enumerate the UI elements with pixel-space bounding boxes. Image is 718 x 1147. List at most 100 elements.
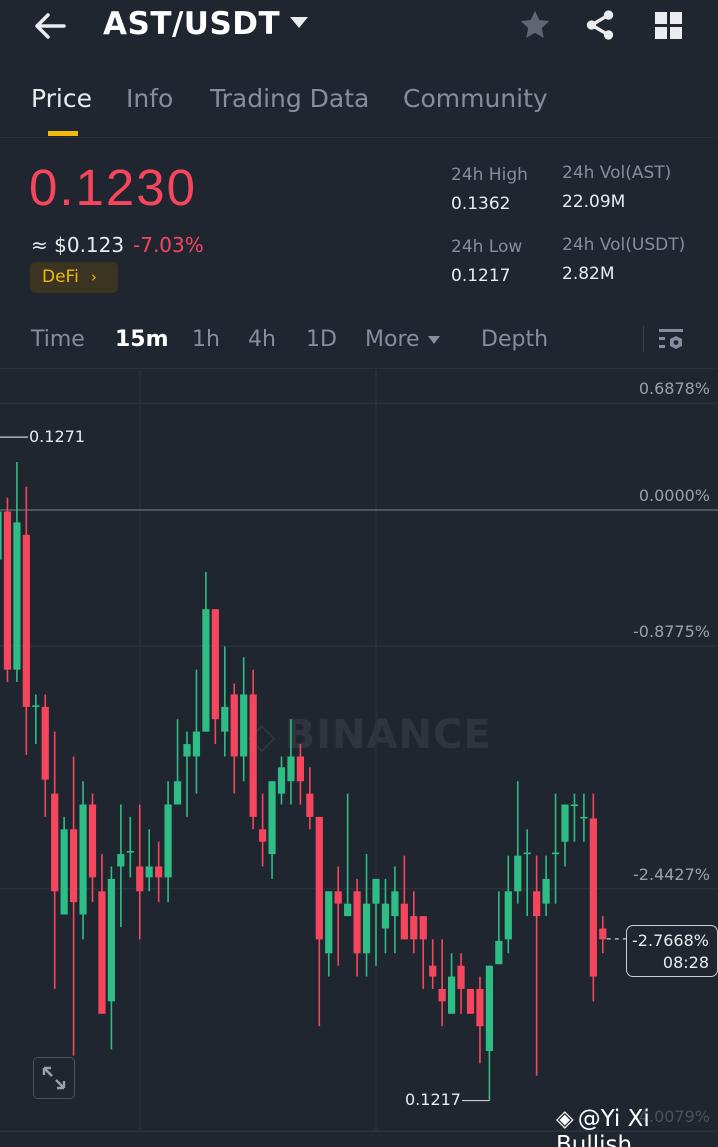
candle-body-up xyxy=(164,804,172,878)
candle-body-up xyxy=(183,744,191,757)
active-tab-indicator xyxy=(48,131,78,136)
current-price-tag: -2.7668% 08:28 xyxy=(626,925,718,977)
candle-body-up xyxy=(60,829,68,915)
vol-quote-label: 24h Vol(USDT) xyxy=(562,235,686,255)
tabs-divider xyxy=(0,137,718,138)
pair-dropdown-caret-icon[interactable] xyxy=(290,17,308,28)
candle-body-up xyxy=(551,852,560,855)
favorite-star-icon[interactable] xyxy=(518,8,552,46)
candle-body-down xyxy=(70,829,78,903)
low-label: 24h Low xyxy=(451,237,523,257)
candle-body-up xyxy=(32,705,40,707)
candle-body-up xyxy=(580,816,588,819)
candle-body-up xyxy=(287,756,295,782)
candle-body-down xyxy=(533,891,541,917)
more-caret-icon xyxy=(428,336,440,344)
back-button[interactable] xyxy=(30,8,70,44)
max-price-marker: 0.1271 xyxy=(29,427,85,446)
candle-body-down xyxy=(230,694,238,757)
grid-menu-icon[interactable] xyxy=(655,12,683,44)
candle-body-up xyxy=(514,855,522,892)
candle-body-up xyxy=(485,965,493,1051)
y-axis-tick-label: -0.8775% xyxy=(633,622,710,641)
candle-body-down xyxy=(353,891,361,954)
chart-settings-icon[interactable] xyxy=(659,328,685,356)
candle-body-up xyxy=(0,511,2,560)
candle-body-down xyxy=(259,829,267,842)
interval-more[interactable]: More xyxy=(365,327,420,352)
tab-trading-data[interactable]: Trading Data xyxy=(210,84,369,113)
candle-body-up xyxy=(561,804,569,842)
candle-body-down xyxy=(296,756,304,782)
candle-body-down xyxy=(419,916,427,940)
chart-top-divider xyxy=(0,368,718,369)
candle-body-down xyxy=(334,891,342,904)
candle-body-down xyxy=(410,916,418,940)
high-value: 0.1362 xyxy=(451,194,511,214)
current-percent: -2.7668% xyxy=(632,931,709,950)
tab-info[interactable]: Info xyxy=(126,84,173,113)
share-icon[interactable] xyxy=(583,8,617,46)
candle-body-down xyxy=(3,511,12,670)
candle-body-up xyxy=(381,903,390,929)
interval-15m[interactable]: 15m xyxy=(115,327,169,352)
candle-body-up xyxy=(117,854,125,867)
candle-body-down xyxy=(315,816,323,940)
interval-1h[interactable]: 1h xyxy=(192,327,220,352)
candle-body-down xyxy=(476,988,484,1027)
candle-body-up xyxy=(126,851,134,853)
candle-body-up xyxy=(523,852,531,855)
candle-body-down xyxy=(22,534,30,707)
usd-price: ≈ $0.123 xyxy=(31,233,125,257)
tab-price[interactable]: Price xyxy=(31,84,92,113)
candle-body-up xyxy=(79,804,87,915)
interval-time[interactable]: Time xyxy=(31,327,85,352)
pair-title[interactable]: AST/USDT xyxy=(103,6,280,42)
vol-base-label: 24h Vol(AST) xyxy=(562,163,672,183)
interval-4h[interactable]: 4h xyxy=(248,327,276,352)
candle-body-down xyxy=(429,965,437,977)
chevron-right-icon: › xyxy=(90,268,97,286)
arrow-left-icon xyxy=(35,13,66,39)
candle-body-down xyxy=(400,903,408,940)
candle-body-down xyxy=(599,928,607,940)
last-price: 0.1230 xyxy=(29,159,197,216)
candle-body-up xyxy=(362,903,371,954)
price-change-percent: -7.03% xyxy=(133,233,204,257)
candle-body-up xyxy=(145,866,153,878)
candle-body-up xyxy=(448,976,456,1014)
candle-body-up xyxy=(13,522,21,670)
candle-body-up xyxy=(391,891,399,917)
author-handle: ◈ @Yi Xi Bullish xyxy=(556,1106,650,1147)
candle-body-up xyxy=(495,940,503,965)
candle-body-down xyxy=(438,988,446,1002)
depth-tab[interactable]: Depth xyxy=(481,327,548,352)
expand-icon xyxy=(42,1066,66,1090)
candle-body-up xyxy=(107,878,115,1002)
y-axis-tick-label: 0.0000% xyxy=(638,486,710,505)
candle-body-up xyxy=(268,781,276,855)
candle-body-up xyxy=(240,694,248,757)
interval-1d[interactable]: 1D xyxy=(306,327,337,352)
min-price-marker: 0.1217 xyxy=(405,1090,461,1109)
candle-body-down xyxy=(466,988,475,1014)
fullscreen-button[interactable] xyxy=(33,1057,75,1099)
y-axis-tick-label: -2.4427% xyxy=(633,864,710,884)
candle-body-up xyxy=(192,731,201,757)
tab-community[interactable]: Community xyxy=(403,84,548,113)
category-tag-label: DeFi xyxy=(42,267,79,287)
low-value: 0.1217 xyxy=(451,266,511,286)
candle-body-down xyxy=(155,866,163,878)
candlestick-chart[interactable] xyxy=(0,370,718,1131)
candle-countdown: 08:28 xyxy=(662,953,709,972)
candle-body-up xyxy=(344,903,352,917)
candle-body-up xyxy=(325,891,333,954)
candle-body-down xyxy=(306,793,314,817)
binance-logo-icon: ◈ xyxy=(556,1106,574,1132)
candle-body-up xyxy=(221,706,229,732)
category-tag-button[interactable]: DeFi › xyxy=(30,262,118,293)
candle-body-up xyxy=(570,804,579,807)
candle-body-down xyxy=(136,866,144,892)
candle-body-down xyxy=(51,793,59,892)
interval-separator xyxy=(643,326,644,352)
